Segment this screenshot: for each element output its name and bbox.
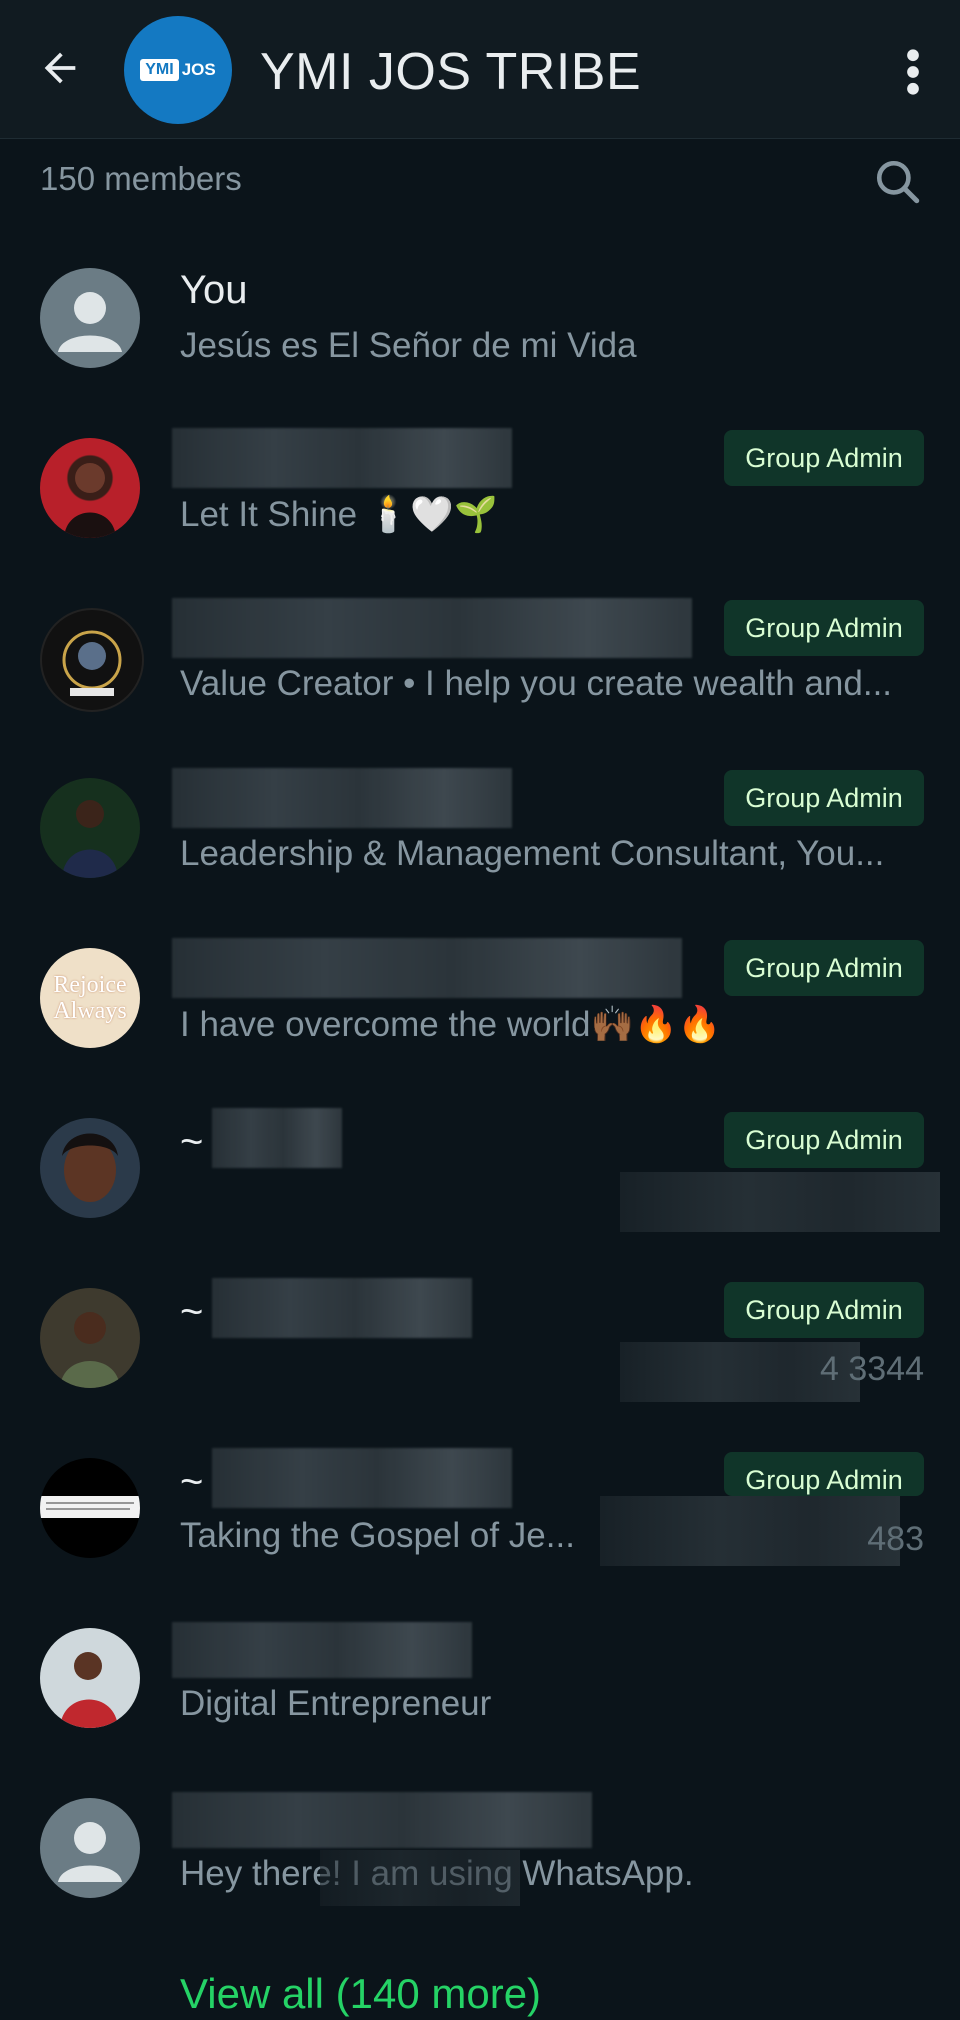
group-admin-badge: Group Admin — [724, 1452, 924, 1496]
avatar — [40, 268, 140, 368]
group-admin-badge: Group Admin — [724, 940, 924, 996]
member-row[interactable]: Rejoice Always Group Admin I have overco… — [0, 930, 960, 1100]
member-row[interactable]: Group Admin Leadership & Management Cons… — [0, 760, 960, 930]
redacted-name — [212, 1278, 472, 1338]
avatar — [40, 608, 144, 712]
avatar — [40, 1118, 140, 1218]
member-row[interactable]: ~ Group Admin 4 3344 — [0, 1270, 960, 1440]
members-bar: 150 members — [0, 140, 960, 220]
redacted-name — [172, 1792, 592, 1848]
avatar — [40, 1798, 140, 1898]
group-title[interactable]: YMI JOS TRIBE — [260, 42, 641, 102]
member-status: Digital Entrepreneur — [180, 1684, 492, 1723]
person-photo-icon — [62, 630, 122, 696]
back-button[interactable] — [28, 36, 92, 100]
redacted-name — [172, 598, 692, 658]
person-photo-icon — [60, 1312, 120, 1388]
name-prefix: ~ — [180, 1460, 204, 1504]
avatar — [40, 1288, 140, 1388]
avatar — [40, 1458, 140, 1558]
more-vertical-icon — [907, 49, 919, 95]
person-photo-icon — [64, 463, 116, 538]
avatar — [40, 1628, 140, 1728]
member-status: Leadership & Management Consultant, You.… — [180, 834, 885, 873]
avatar-text: Always — [53, 998, 127, 1024]
member-status: Jesús es El Señor de mi Vida — [180, 326, 637, 365]
member-row[interactable]: ~ Group Admin — [0, 1100, 960, 1270]
name-prefix: ~ — [180, 1120, 204, 1164]
member-status: Value Creator • I help you create wealth… — [180, 664, 893, 703]
member-phone: 4 3344 — [820, 1350, 924, 1388]
member-status: Taking the Gospel of Je... — [180, 1516, 575, 1555]
members-count: 150 members — [40, 160, 242, 197]
default-avatar-icon — [58, 1822, 122, 1882]
group-admin-badge: Group Admin — [724, 770, 924, 826]
text-image-icon — [40, 1496, 140, 1518]
person-photo-icon — [62, 800, 118, 878]
redacted-name — [172, 768, 512, 828]
group-admin-badge: Group Admin — [724, 1282, 924, 1338]
member-row[interactable]: Digital Entrepreneur — [0, 1610, 960, 1780]
view-all-members-link[interactable]: View all (140 more) — [180, 1970, 541, 2018]
member-status: Let It Shine 🕯️🤍🌱 — [180, 495, 498, 534]
member-row[interactable]: Group Admin Value Creator • I help you c… — [0, 590, 960, 760]
group-avatar[interactable]: YMI JOS — [124, 16, 232, 124]
group-admin-badge: Group Admin — [724, 600, 924, 656]
person-photo-icon — [60, 1652, 118, 1728]
redacted-name — [172, 428, 512, 488]
redacted-phone — [600, 1496, 900, 1566]
group-admin-badge: Group Admin — [724, 430, 924, 486]
member-row[interactable]: Group Admin Let It Shine 🕯️🤍🌱 — [0, 420, 960, 590]
member-row[interactable]: ~ Group Admin Taking the Gospel of Je...… — [0, 1440, 960, 1610]
person-photo-icon — [62, 1133, 118, 1202]
avatar-text: Rejoice — [53, 972, 127, 998]
redacted-phone — [620, 1172, 940, 1232]
redacted-name — [172, 1622, 472, 1678]
default-avatar-icon — [58, 292, 122, 352]
arrow-left-icon — [44, 52, 76, 84]
redacted-overlay — [320, 1850, 520, 1906]
member-status: I have overcome the world🙌🏾🔥🔥 — [180, 1005, 722, 1044]
member-row-you[interactable]: You Jesús es El Señor de mi Vida — [0, 250, 960, 420]
name-prefix: ~ — [180, 1290, 204, 1334]
member-row[interactable]: Hey there! I am using WhatsApp. — [0, 1780, 960, 1950]
more-options-button[interactable] — [888, 40, 938, 104]
avatar: Rejoice Always — [40, 948, 140, 1048]
group-admin-badge: Group Admin — [724, 1112, 924, 1168]
redacted-name — [212, 1108, 342, 1168]
redacted-name — [212, 1448, 512, 1508]
redacted-name — [172, 938, 682, 998]
avatar — [40, 778, 140, 878]
avatar — [40, 438, 140, 538]
app-header: YMI JOS YMI JOS TRIBE — [0, 0, 960, 139]
group-logo: YMI JOS — [140, 59, 216, 81]
member-name: You — [180, 268, 248, 312]
search-icon — [876, 160, 920, 204]
search-members-button[interactable] — [868, 152, 928, 212]
member-phone: 483 — [867, 1520, 924, 1558]
